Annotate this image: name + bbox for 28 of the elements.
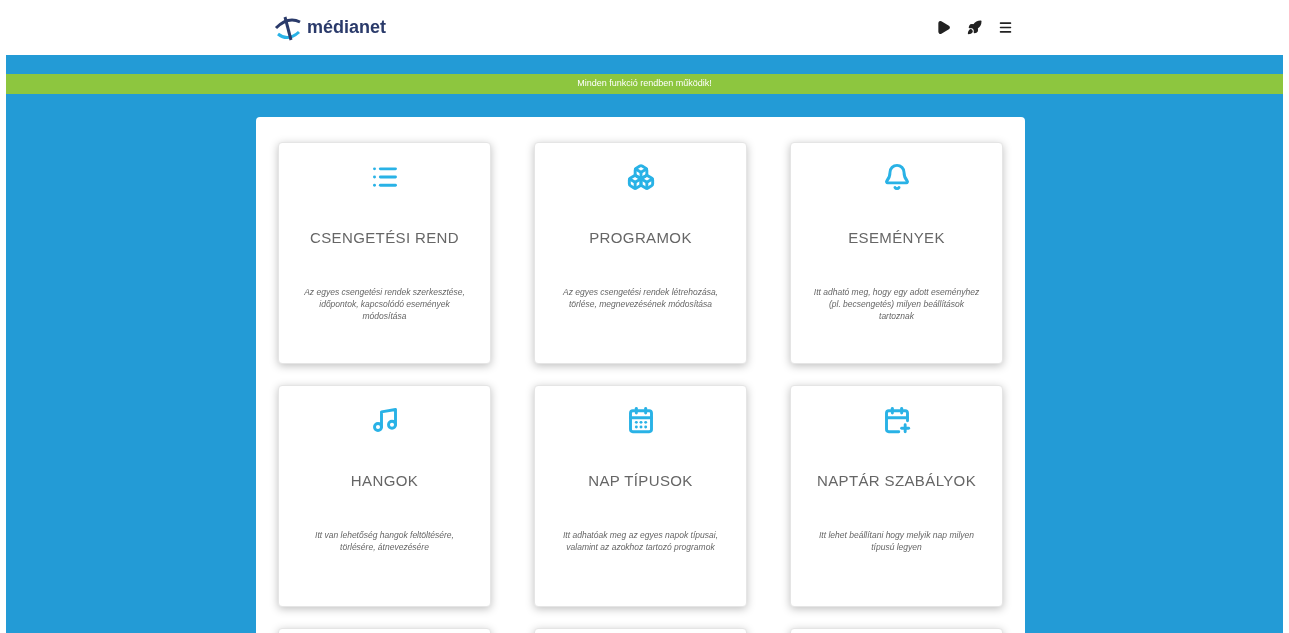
card-title: CSENGETÉSI REND <box>310 228 459 248</box>
rocket-icon[interactable] <box>967 20 982 35</box>
logo-text: médianet <box>307 16 387 39</box>
card-background[interactable]: NAPTÁR SZABÁLYOK Itt lehet beállítani hogy melyik nap milyen típusú legyen <box>790 385 1003 607</box>
card-background[interactable]: HANGOK Itt van lehetőség hangok feltöltésére, törlésére, átnevezésére <box>278 385 491 607</box>
card-description: Itt adhatóak meg az egyes napok típusai, valamint az azokhoz tartozó programok <box>562 528 719 553</box>
status-banner: Minden funkció rendben működik! <box>6 74 1283 94</box>
calendar-plus-icon <box>882 406 911 434</box>
card-title: ESEMÉNYEK <box>848 228 945 248</box>
card-title: NAPTÁR SZABÁLYOK <box>816 471 977 491</box>
calendar-icon <box>626 406 655 434</box>
menu-icon[interactable] <box>998 20 1013 35</box>
card-title: HANGOK <box>350 471 419 491</box>
card-title: NAP TÍPUSOK <box>588 471 693 491</box>
card-background[interactable]: CSENGETÉSI REND Az egyes csengetési rendek szerkesztése, időpontok, kapcsolódó események módosítása <box>278 142 491 364</box>
card-description: Itt adható meg, hogy egy adott eseményhez (pl. becsengetés) milyen beállítások tartoznak <box>812 285 981 322</box>
card-background[interactable]: NAP TÍPUSOK Itt adhatóak meg az egyes napok típusai, valamint az azokhoz tartozó programok <box>534 385 747 607</box>
bell-icon <box>882 163 911 191</box>
card-background[interactable]: PROGRAMOK Az egyes csengetési rendek létrehozása, törlése, megnevezésének módosítása <box>534 142 747 364</box>
play-icon[interactable] <box>936 20 951 35</box>
card-background[interactable]: ESEMÉNYEK Itt adható meg, hogy egy adott eseményhez (pl. becsengetés) milyen beállítások tartoznak <box>790 142 1003 364</box>
card-description: Az egyes csengetési rendek létrehozása, törlése, megnevezésének módosítása <box>562 285 719 310</box>
card-description: Az egyes csengetési rendek szerkesztése, időpontok, kapcsolódó események módosítása <box>303 285 466 322</box>
music-note-icon <box>370 406 399 434</box>
card-title: PROGRAMOK <box>589 228 692 248</box>
card-description: Itt van lehetőség hangok feltöltésére, törlésére, átnevezésére <box>314 528 455 553</box>
cubes-icon <box>626 163 655 191</box>
card-description: Itt lehet beállítani hogy melyik nap milyen típusú legyen <box>818 528 975 553</box>
